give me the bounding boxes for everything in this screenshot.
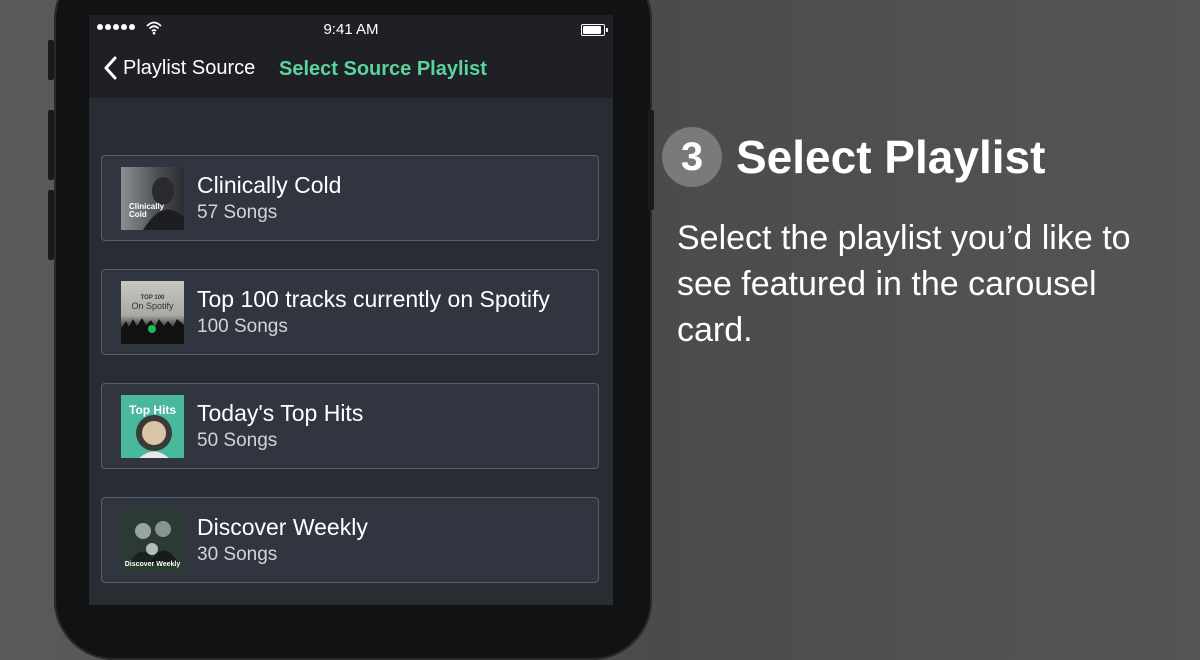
playlist-title: Today's Top Hits <box>197 400 364 426</box>
playlist-item[interactable]: Top Hits Today's Top Hits 50 Songs <box>101 383 599 469</box>
page-title: Select Source Playlist <box>279 58 487 80</box>
playlist-item[interactable]: Clinically Cold Clinically Cold 57 Songs <box>101 155 599 241</box>
battery-icon <box>581 24 608 36</box>
phone-side-button <box>48 190 54 260</box>
artwork-label: Discover Weekly <box>124 561 181 568</box>
phone-side-button <box>648 110 654 210</box>
playlist-item[interactable]: TOP 100 On Spotify Top 100 tracks curren… <box>101 269 599 355</box>
chevron-left-icon <box>104 56 117 80</box>
crowd-image <box>121 318 184 344</box>
playlist-title: Top 100 tracks currently on Spotify <box>197 286 550 312</box>
back-button-label: Playlist Source <box>123 56 256 79</box>
status-time: 9:41 AM <box>323 21 379 38</box>
playlist-artwork: TOP 100 On Spotify <box>121 281 184 344</box>
playlist-artwork: Top Hits <box>121 395 184 458</box>
back-button[interactable]: Playlist Source <box>103 56 255 80</box>
playlist-title: Clinically Cold <box>197 172 342 198</box>
phone-screen: 9:41 AM Playlist Source Select Source Pl… <box>89 15 613 605</box>
phone-side-button <box>48 40 54 80</box>
playlist-song-count: 50 Songs <box>197 430 278 451</box>
playlist-song-count: 30 Songs <box>197 544 278 565</box>
artwork-label: On Spotify <box>131 301 174 311</box>
playlist-item[interactable]: Discover Weekly Discover Weekly 30 Songs <box>101 497 599 583</box>
playlist-title: Discover Weekly <box>197 514 368 540</box>
playlist-artwork: Discover Weekly <box>121 509 184 572</box>
playlist-artwork: Clinically Cold <box>121 167 184 230</box>
artwork-label: Clinically Cold <box>129 202 165 219</box>
playlist-song-count: 100 Songs <box>197 316 288 337</box>
status-bar: 9:41 AM <box>89 15 613 47</box>
step-number-badge: 3 <box>662 127 722 187</box>
portrait-image <box>143 177 184 230</box>
phone-side-button <box>48 110 54 180</box>
step-description: Select the playlist you’d like to see fe… <box>677 219 1131 349</box>
artwork-label: Top Hits <box>129 403 177 417</box>
step-title: Select Playlist <box>736 131 1046 183</box>
navigation-bar: Playlist Source Select Source Playlist <box>89 47 613 98</box>
playlist-song-count: 57 Songs <box>197 202 278 223</box>
